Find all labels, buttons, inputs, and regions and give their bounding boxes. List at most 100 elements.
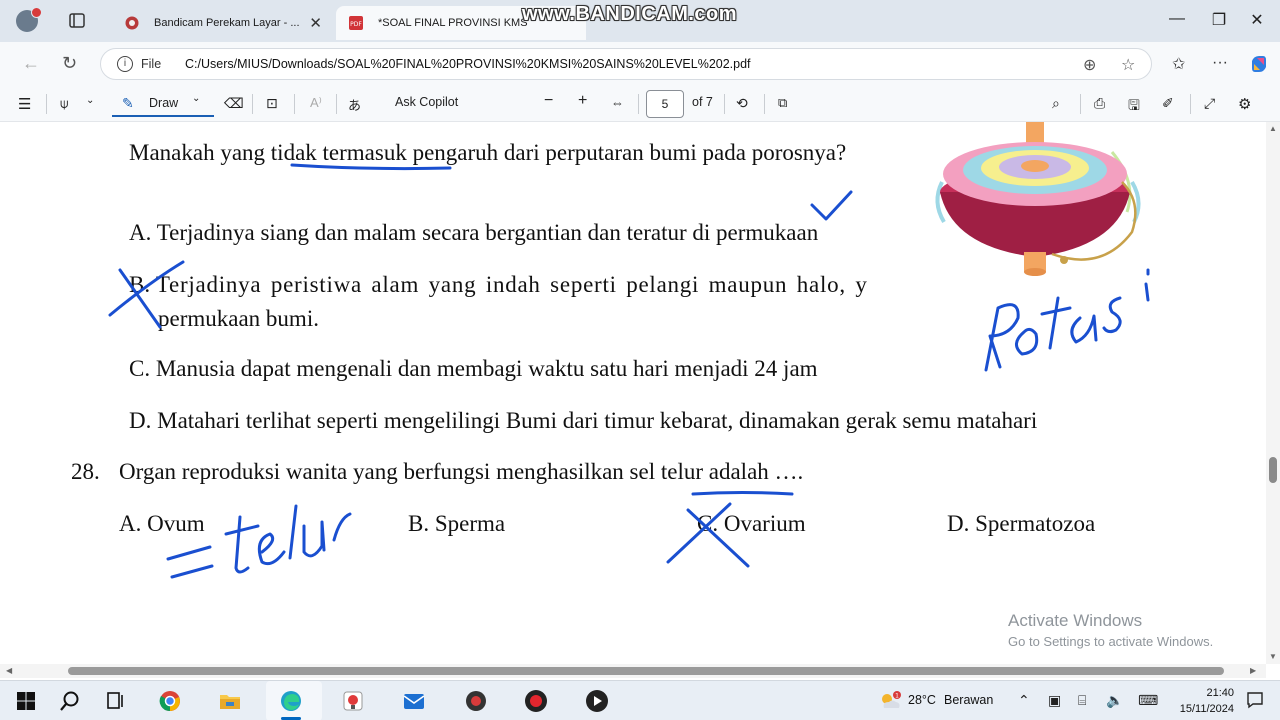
address-row: ← ↻ i File C:/Users/MIUS/Downloads/SOAL%… (0, 42, 1280, 86)
mail-icon[interactable] (402, 689, 426, 713)
horizontal-scroll-thumb[interactable] (68, 667, 1224, 675)
tray-overflow-icon[interactable]: ⌃ (1018, 692, 1030, 709)
bandicam-watermark: www.BANDICAM.com (522, 3, 738, 25)
eraser-icon[interactable]: ⌫ (224, 95, 244, 112)
svg-text:1: 1 (895, 693, 899, 700)
vertical-scroll-thumb[interactable] (1269, 457, 1277, 483)
activate-subtitle: Go to Settings to activate Windows. (1008, 634, 1214, 649)
task-view-icon[interactable] (104, 689, 128, 713)
question-28-number: 28. (71, 459, 100, 484)
clock[interactable]: 21:40 15/11/2024 (1170, 685, 1234, 717)
highlight-dropdown-icon[interactable]: ⌄ (86, 95, 94, 106)
option-letter: D. (129, 408, 152, 433)
info-icon[interactable]: i (117, 56, 133, 72)
option-a: A. Terjadinya siang dan malam secara ber… (129, 220, 818, 246)
scroll-left-icon[interactable]: ◀ (6, 666, 12, 675)
option-letter: A. (129, 220, 152, 245)
weather-description[interactable]: Berawan (944, 693, 993, 707)
save-icon[interactable]: 🖫 (1128, 95, 1140, 119)
fullscreen-icon[interactable]: ⤢ (1204, 95, 1215, 112)
zoom-icon[interactable]: ⊕ (1083, 55, 1096, 75)
page-view-icon[interactable]: ⧉ (778, 95, 787, 111)
answer-b: B. Sperma (408, 511, 506, 536)
save-as-icon[interactable]: ✐ (1162, 95, 1174, 112)
url-text[interactable]: C:/Users/MIUS/Downloads/SOAL%20FINAL%20P… (185, 57, 751, 71)
paint-app-icon[interactable] (341, 689, 365, 713)
svg-text:PDF: PDF (350, 21, 362, 28)
minimize-icon[interactable]: — (1165, 10, 1189, 28)
option-d: D. Matahari terlihat seperti mengeliling… (129, 408, 1037, 434)
option-letter: B. (129, 272, 151, 297)
zoom-out-icon[interactable]: − (544, 92, 553, 110)
address-bar[interactable]: i File C:/Users/MIUS/Downloads/SOAL%20FI… (100, 48, 1152, 80)
taskbar: 1 28°C Berawan ⌃ ▣ ⌸ 🔈 ⌨ 21:40 15/11/202… (0, 680, 1280, 720)
pen-icon: ✎ (122, 95, 134, 111)
tab-bandicam[interactable]: Bandicam Perekam Layar - ... ✕ (112, 6, 334, 40)
vertical-scrollbar[interactable]: ▲ ▼ (1266, 122, 1280, 664)
print-icon[interactable]: ⎙ (1094, 95, 1105, 112)
spinning-top-image (935, 122, 1141, 276)
ask-copilot-button[interactable]: Ask Copilot (395, 95, 458, 109)
profile-avatar[interactable] (16, 7, 42, 32)
weather-icon[interactable]: 1 (878, 691, 902, 711)
recorder-icon[interactable] (464, 689, 488, 713)
scroll-right-icon[interactable]: ▶ (1250, 666, 1256, 675)
tab-close-icon[interactable]: ✕ (309, 14, 322, 32)
file-explorer-icon[interactable] (218, 689, 242, 713)
text-box-icon[interactable]: ⊡ (266, 95, 278, 112)
option-text: Terjadinya siang dan malam secara bergan… (156, 220, 819, 245)
activate-windows-watermark: Activate Windows Go to Settings to activ… (1008, 611, 1213, 649)
favorites-icon[interactable]: ✩ (1172, 54, 1185, 74)
horizontal-scrollbar[interactable]: ◀ ▶ (0, 664, 1266, 678)
chrome-icon[interactable] (158, 689, 182, 713)
draw-button[interactable]: ✎ Draw ⌄ (112, 91, 214, 117)
more-menu-icon[interactable]: ··· (1212, 54, 1228, 72)
page-number-input[interactable]: 5 (646, 90, 684, 118)
search-taskbar-icon[interactable] (58, 689, 82, 713)
copilot-icon[interactable] (1248, 53, 1270, 75)
ink-telur-equals (170, 564, 214, 579)
pdf-page: Manakah yang tidak termasuk pengaruh dar… (0, 122, 1266, 664)
contents-icon[interactable]: ☰ (18, 95, 31, 113)
option-letter: C. (129, 356, 151, 381)
read-aloud-icon[interactable]: A⁾ (310, 95, 322, 111)
bandicam-favicon-icon (125, 16, 139, 30)
rotate-icon[interactable]: ⟲ (736, 95, 748, 112)
scroll-down-icon[interactable]: ▼ (1269, 652, 1277, 661)
weather-temperature[interactable]: 28°C (908, 693, 936, 707)
search-icon[interactable]: ⌕ (1052, 95, 1060, 112)
volume-icon[interactable]: 🔈 (1106, 692, 1123, 709)
back-icon[interactable]: ← (22, 53, 40, 74)
ink-telur-equals (166, 545, 212, 561)
ink-telur-letters (224, 504, 352, 574)
clock-date: 15/11/2024 (1179, 703, 1234, 715)
fit-page-icon[interactable]: ⇔ (611, 95, 624, 110)
windows-start-icon[interactable] (14, 689, 38, 713)
favorite-star-icon[interactable]: ☆ (1121, 55, 1135, 75)
tab-actions-icon[interactable] (66, 11, 90, 31)
scroll-up-icon[interactable]: ▲ (1269, 124, 1277, 133)
tab-bar: Bandicam Perekam Layar - ... ✕ PDF *SOAL… (0, 0, 1280, 42)
network-icon[interactable]: ⌸ (1078, 692, 1086, 709)
activate-title: Activate Windows (1008, 611, 1143, 630)
clock-time: 21:40 (1206, 687, 1234, 699)
media-player-icon[interactable] (585, 689, 609, 713)
draw-dropdown-icon: ⌄ (192, 93, 201, 104)
meet-now-icon[interactable]: ▣ (1048, 692, 1061, 709)
check-mark (810, 190, 853, 221)
keyboard-icon[interactable]: ⌨ (1138, 692, 1158, 709)
restore-icon[interactable]: ❐ (1207, 10, 1231, 30)
notification-icon[interactable] (1246, 691, 1264, 709)
settings-gear-icon[interactable]: ⚙ (1238, 95, 1251, 113)
option-b: B. Terjadinya peristiwa alam yang indah … (129, 272, 909, 298)
zoom-in-icon[interactable]: + (578, 92, 587, 110)
pdf-favicon-icon: PDF (349, 16, 363, 30)
translate-icon[interactable]: あ (348, 95, 361, 114)
edge-icon[interactable] (279, 689, 303, 713)
bandicam-icon[interactable] (524, 689, 548, 713)
refresh-icon[interactable]: ↻ (62, 53, 77, 74)
tab-title: Bandicam Perekam Layar - ... (154, 17, 300, 29)
close-window-icon[interactable]: ✕ (1245, 10, 1269, 30)
highlight-icon[interactable]: ⍦ (60, 95, 68, 112)
answer-d: D. Spermatozoa (947, 511, 1096, 536)
